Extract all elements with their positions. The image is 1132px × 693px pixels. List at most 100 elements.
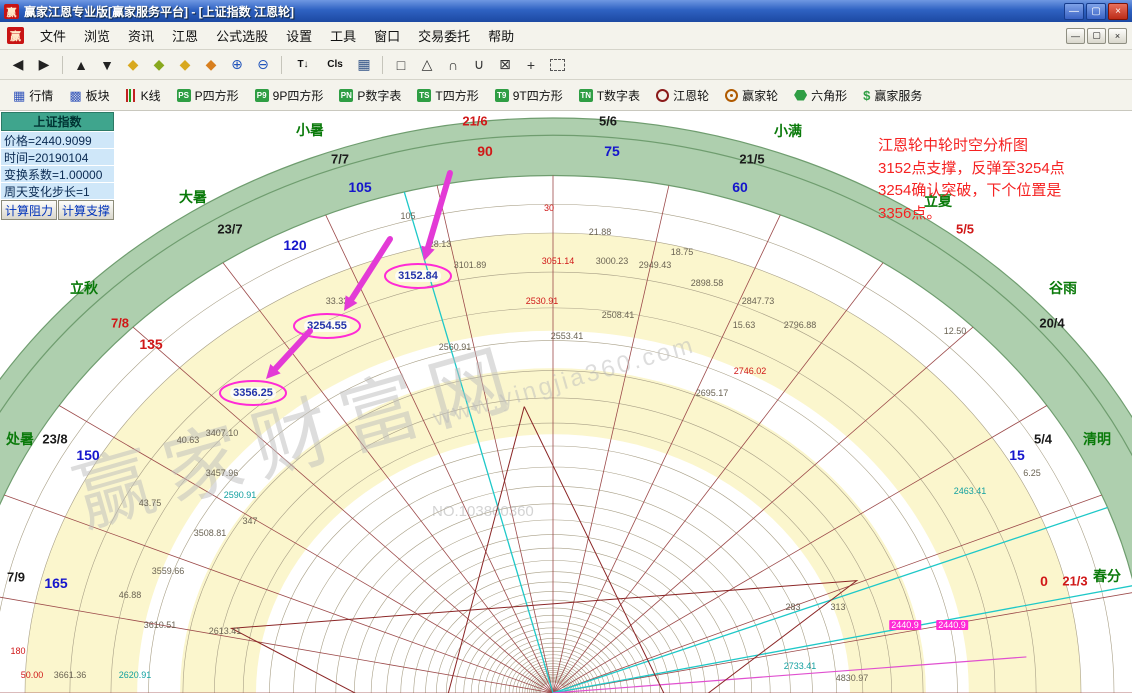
9t-square-label: 9T四方形 [513, 87, 563, 104]
arc-down-tool-button[interactable]: ∩ [441, 53, 465, 77]
marquee-icon [550, 59, 565, 71]
feature-hexagon-button[interactable]: 六角形 [789, 85, 852, 106]
app-logo-icon-small: 赢 [7, 27, 24, 44]
menu-设置[interactable]: 设置 [277, 23, 321, 48]
quotes-label: 行情 [29, 87, 53, 104]
calc-resistance-button[interactable]: 计算阻力 [1, 200, 57, 220]
feature-p-square-button[interactable]: PS P四方形 [172, 85, 244, 106]
panel-grid-button[interactable]: ▦ [352, 53, 376, 77]
drawing-toolbar: ◀▶▲▼◆◆◆◆⊕⊖T↓Cls▦□△∩∪⊠+ [0, 50, 1132, 80]
feature-p-number-table-button[interactable]: PN P数字表 [334, 85, 406, 106]
feature-toolbar: ▦ 行情 ▩ 板块 K线 PS P四方形 P9 9P四方形 PN P数字表 TS T四方形 T9 9T四方形… [0, 80, 1132, 111]
mdi-buttons: — ▢ × [1066, 28, 1132, 44]
feature-9t-square-button[interactable]: T9 9T四方形 [490, 85, 568, 106]
close-button[interactable]: × [1108, 3, 1128, 20]
t-square-icon: TS [417, 89, 431, 102]
back-button[interactable]: ◀ [6, 53, 30, 77]
annotation-line: 3356点。 [878, 203, 1130, 226]
9t-square-icon: T9 [495, 89, 509, 102]
feature-t-number-table-button[interactable]: TN T数字表 [574, 85, 645, 106]
delete-box-tool-button[interactable]: ⊠ [493, 53, 517, 77]
mdi-minimize-button[interactable]: — [1066, 28, 1085, 44]
sectors-label: 板块 [86, 87, 110, 104]
p-square-icon: PS [177, 89, 191, 102]
app-logo-icon: 赢 [4, 4, 19, 19]
minimize-button[interactable]: — [1064, 3, 1084, 20]
menu-交易委托[interactable]: 交易委托 [409, 23, 479, 48]
feature-9p-square-button[interactable]: P9 9P四方形 [250, 85, 329, 106]
menubar: 赢 文件浏览资讯江恩公式选股设置工具窗口交易委托帮助 — ▢ × [0, 22, 1132, 50]
app-window: 赢 赢家江恩专业版[赢家服务平台] - [上证指数 江恩轮] — ▢ × 赢 文… [0, 0, 1132, 693]
9p-square-label: 9P四方形 [273, 87, 324, 104]
zoom-in-button[interactable]: ⊕ [225, 53, 249, 77]
kline-label: K线 [141, 87, 161, 104]
menu-浏览[interactable]: 浏览 [75, 23, 119, 48]
kline-icon [126, 89, 137, 102]
menu-江恩[interactable]: 江恩 [163, 23, 207, 48]
rect-tool-button[interactable]: □ [389, 53, 413, 77]
feature-gann-wheel-button[interactable]: 江恩轮 [651, 85, 714, 106]
indicator-row: 时间=20190104 [1, 149, 114, 165]
mdi-restore-button[interactable]: ▢ [1087, 28, 1106, 44]
index-name-header: 上证指数 [1, 112, 114, 131]
p-square-label: P四方形 [195, 87, 239, 104]
gann-diamond-2-button[interactable]: ◆ [147, 53, 171, 77]
gann-diamond-3-button[interactable]: ◆ [173, 53, 197, 77]
winner-service-icon: $ [863, 88, 870, 103]
triangle-tool-button[interactable]: △ [415, 53, 439, 77]
crosshair-tool-button[interactable]: + [519, 53, 543, 77]
9p-square-icon: P9 [255, 89, 269, 102]
annotation-line: 3152点支撑，反弹至3254点 [878, 158, 1130, 181]
arc-up-tool-button[interactable]: ∪ [467, 53, 491, 77]
winner-service-label: 赢家服务 [874, 87, 922, 104]
mdi-close-button[interactable]: × [1108, 28, 1127, 44]
t-square-label: T四方形 [435, 87, 478, 104]
funnel-tool-button[interactable]: ▼ [95, 53, 119, 77]
text-tool-button[interactable]: T↓ [288, 53, 318, 77]
zoom-out-button[interactable]: ⊖ [251, 53, 275, 77]
t-number-table-icon: TN [579, 89, 593, 102]
feature-quotes-button[interactable]: ▦ 行情 [8, 85, 58, 106]
gann-diamond-4-button[interactable]: ◆ [199, 53, 223, 77]
analysis-annotation: 江恩轮中轮时空分析图 3152点支撑，反弹至3254点 3254确认突破，下个位… [878, 135, 1130, 225]
cls-button[interactable]: Cls [320, 53, 350, 77]
winner-wheel-icon [725, 89, 738, 102]
titlebar: 赢 赢家江恩专业版[赢家服务平台] - [上证指数 江恩轮] — ▢ × [0, 0, 1132, 22]
p-number-table-icon: PN [339, 89, 353, 102]
annotation-line: 江恩轮中轮时空分析图 [878, 135, 1130, 158]
feature-winner-wheel-button[interactable]: 赢家轮 [720, 85, 783, 106]
marquee-tool-button[interactable] [545, 53, 569, 77]
feature-kline-button[interactable]: K线 [121, 85, 166, 106]
indicator-row: 变换系数=1.00000 [1, 166, 114, 182]
t-number-table-label: T数字表 [597, 87, 640, 104]
annotation-line: 3254确认突破，下个位置是 [878, 180, 1130, 203]
feature-winner-service-button[interactable]: $ 赢家服务 [858, 85, 927, 106]
indicator-rows: 价格=2440.9099时间=20190104变换系数=1.00000周天变化步… [1, 132, 114, 199]
indicator-panel: 上证指数 价格=2440.9099时间=20190104变换系数=1.00000… [1, 112, 114, 220]
menu-资讯[interactable]: 资讯 [119, 23, 163, 48]
menu-帮助[interactable]: 帮助 [479, 23, 523, 48]
gann-wheel-icon [656, 89, 669, 102]
winner-wheel-label: 赢家轮 [742, 87, 778, 104]
menu-公式选股[interactable]: 公式选股 [207, 23, 277, 48]
window-title: 赢家江恩专业版[赢家服务平台] - [上证指数 江恩轮] [24, 3, 1062, 20]
hexagon-icon [794, 90, 807, 101]
menu-items: 文件浏览资讯江恩公式选股设置工具窗口交易委托帮助 [31, 23, 523, 48]
p-number-table-label: P数字表 [357, 87, 401, 104]
calc-support-button[interactable]: 计算支撑 [58, 200, 114, 220]
feature-sectors-button[interactable]: ▩ 板块 [64, 85, 114, 106]
chart-content-area: 赢家财富网 www.yingjia360.com NO.103800360 小暑… [0, 111, 1132, 693]
menu-工具[interactable]: 工具 [321, 23, 365, 48]
quotes-icon: ▦ [13, 89, 25, 102]
forward-button[interactable]: ▶ [32, 53, 56, 77]
pointer-tool-button[interactable]: ▲ [69, 53, 93, 77]
indicator-row: 周天变化步长=1 [1, 183, 114, 199]
gann-wheel-label: 江恩轮 [673, 87, 709, 104]
menu-窗口[interactable]: 窗口 [365, 23, 409, 48]
indicator-row: 价格=2440.9099 [1, 132, 114, 148]
menu-文件[interactable]: 文件 [31, 23, 75, 48]
sectors-icon: ▩ [69, 89, 81, 102]
feature-t-square-button[interactable]: TS T四方形 [412, 85, 483, 106]
maximize-button[interactable]: ▢ [1086, 3, 1106, 20]
gann-diamond-1-button[interactable]: ◆ [121, 53, 145, 77]
